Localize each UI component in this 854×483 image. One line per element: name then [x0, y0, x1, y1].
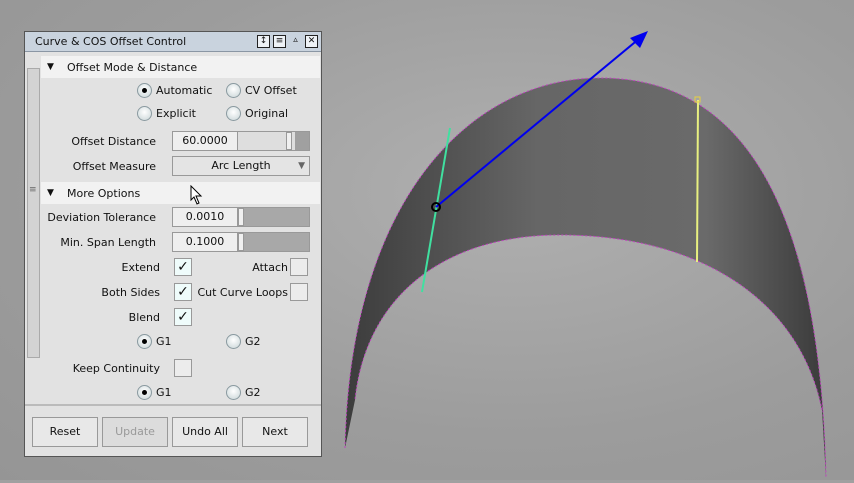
section-label: More Options	[67, 186, 141, 200]
radio-icon	[137, 334, 152, 349]
radio-icon	[226, 83, 241, 98]
section-label: Offset Mode & Distance	[67, 60, 198, 74]
radio-keep-g1[interactable]: G1	[137, 385, 172, 400]
deviation-tolerance-slider[interactable]	[238, 208, 309, 226]
radio-icon	[137, 106, 152, 121]
slider-thumb[interactable]	[286, 132, 292, 150]
min-span-length-slider[interactable]	[238, 233, 309, 251]
attach-checkbox[interactable]	[290, 258, 308, 276]
keep-continuity-label: Keep Continuity	[72, 362, 160, 375]
radio-label: G1	[156, 386, 172, 399]
blend-checkbox[interactable]: ✓	[174, 308, 192, 326]
cut-curve-loops-label: Cut Curve Loops	[197, 286, 288, 299]
offset-control-panel: Curve & COS Offset Control ↕ ≡ ▵ ✕ ≡ ▼ Of…	[24, 31, 322, 457]
undo-all-button[interactable]: Undo All	[172, 417, 238, 447]
offset-distance-label: Offset Distance	[71, 135, 156, 148]
arrow-head-icon	[630, 31, 648, 48]
radio-label: G2	[245, 335, 261, 348]
radio-icon	[226, 106, 241, 121]
offset-distance-value[interactable]: 60.0000	[173, 132, 238, 150]
radio-original[interactable]: Original	[226, 106, 288, 121]
offset-distance-slider[interactable]	[238, 132, 309, 150]
slider-thumb[interactable]	[238, 208, 244, 226]
cut-curve-loops-checkbox[interactable]	[290, 283, 308, 301]
menu-icon[interactable]: ≡	[273, 35, 286, 48]
slider-thumb[interactable]	[238, 233, 244, 251]
panel-title: Curve & COS Offset Control	[35, 35, 187, 48]
radio-explicit[interactable]: Explicit	[137, 106, 196, 121]
attach-label: Attach	[252, 261, 288, 274]
radio-icon	[137, 83, 152, 98]
min-span-length-value[interactable]: 0.1000	[173, 233, 238, 251]
radio-cv-offset[interactable]: CV Offset	[226, 83, 297, 98]
panel-title-bar[interactable]: Curve & COS Offset Control ↕ ≡ ▵ ✕	[25, 32, 321, 52]
radio-label: G1	[156, 335, 172, 348]
extend-checkbox[interactable]: ✓	[174, 258, 192, 276]
radio-icon	[137, 385, 152, 400]
section-more-options[interactable]: ▼ More Options	[41, 182, 320, 204]
radio-automatic[interactable]: Automatic	[137, 83, 212, 98]
radio-label: Explicit	[156, 107, 196, 120]
radio-label: Automatic	[156, 84, 213, 97]
deviation-tolerance-value[interactable]: 0.0010	[173, 208, 238, 226]
keep-continuity-checkbox[interactable]	[174, 359, 192, 377]
offset-distance-field[interactable]: 60.0000	[172, 131, 310, 151]
collapse-icon[interactable]: ▵	[289, 35, 302, 48]
expand-triangle-icon: ▼	[47, 188, 54, 198]
dropdown-value: Arc Length	[211, 159, 271, 172]
deviation-tolerance-field[interactable]: 0.0010	[172, 207, 310, 227]
min-span-length-label: Min. Span Length	[60, 236, 156, 249]
yellow-curve[interactable]	[696, 99, 699, 263]
deviation-tolerance-label: Deviation Tolerance	[47, 211, 156, 224]
extend-label: Extend	[121, 261, 161, 274]
mouse-cursor-icon	[190, 185, 203, 205]
min-span-length-field[interactable]: 0.1000	[172, 232, 310, 252]
both-sides-label: Both Sides	[101, 286, 160, 299]
offset-measure-label: Offset Measure	[72, 160, 156, 173]
next-button[interactable]: Next	[242, 417, 308, 447]
radio-keep-g2[interactable]: G2	[226, 385, 261, 400]
scrollbar[interactable]	[27, 68, 40, 358]
chevron-down-icon: ▼	[298, 161, 305, 171]
radio-icon	[226, 385, 241, 400]
resize-icon[interactable]: ↕	[257, 35, 270, 48]
close-icon[interactable]: ✕	[305, 35, 318, 48]
both-sides-checkbox[interactable]: ✓	[174, 283, 192, 301]
blend-label: Blend	[128, 311, 160, 324]
button-bar: Reset Update Undo All Next	[25, 404, 321, 456]
radio-label: Original	[245, 107, 289, 120]
scroll-grip-icon[interactable]: ≡	[29, 185, 37, 195]
offset-measure-dropdown[interactable]: Arc Length ▼	[172, 156, 310, 176]
section-offset-mode[interactable]: ▼ Offset Mode & Distance	[41, 56, 320, 78]
reset-button[interactable]: Reset	[32, 417, 98, 447]
expand-triangle-icon: ▼	[47, 62, 54, 72]
radio-icon	[226, 334, 241, 349]
radio-blend-g2[interactable]: G2	[226, 334, 261, 349]
radio-label: G2	[245, 386, 261, 399]
radio-blend-g1[interactable]: G1	[137, 334, 172, 349]
cylindrical-surface[interactable]	[345, 78, 826, 478]
update-button[interactable]: Update	[102, 417, 168, 447]
radio-label: CV Offset	[245, 84, 297, 97]
